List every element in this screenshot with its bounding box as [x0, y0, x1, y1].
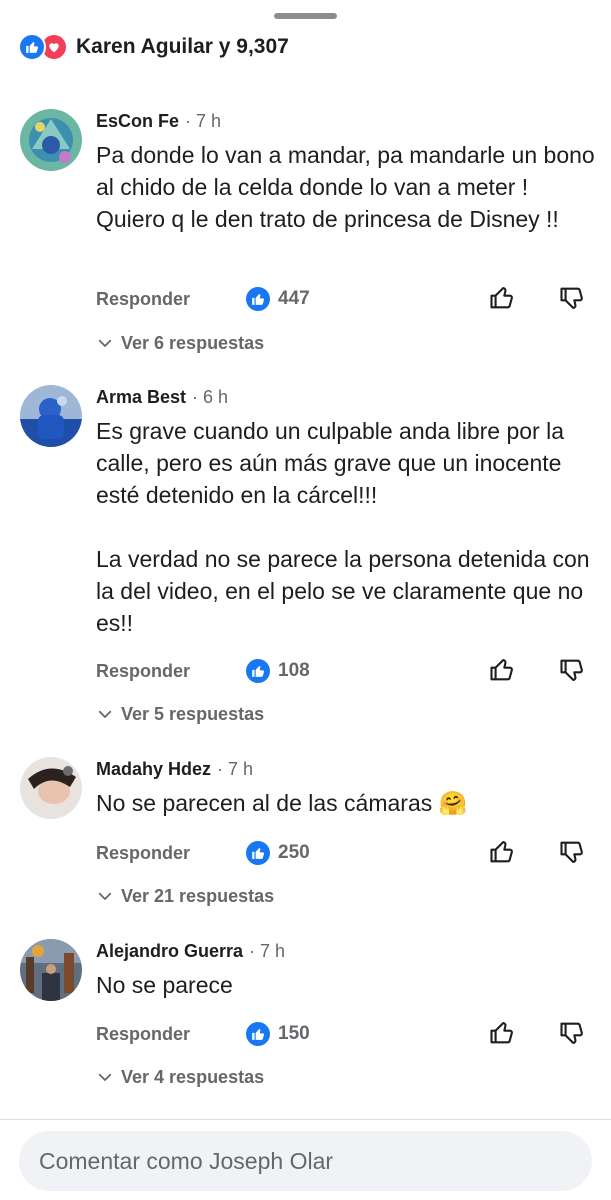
separator-dot: · [217, 758, 224, 779]
comment-text: No se parece [96, 969, 596, 1001]
like-count[interactable]: 108 [246, 656, 310, 686]
like-count[interactable]: 250 [246, 838, 310, 868]
reaction-summary[interactable]: Karen Aguilar y 9,307 [18, 32, 289, 62]
drag-handle[interactable] [274, 13, 337, 19]
avatar[interactable] [20, 939, 82, 1001]
like-icon [246, 1022, 270, 1046]
separator-dot: · [249, 940, 256, 961]
thumbs-down-icon[interactable] [558, 656, 586, 684]
separator-dot: · [185, 110, 192, 131]
like-count-value: 108 [278, 660, 310, 681]
comment-paragraph: Es grave cuando un culpable anda libre p… [96, 418, 564, 508]
like-count-value: 150 [278, 1023, 310, 1044]
view-replies-button[interactable]: Ver 6 respuestas [96, 329, 264, 357]
view-replies-label: Ver 6 respuestas [121, 332, 265, 353]
thumbs-up-icon[interactable] [488, 284, 516, 312]
view-replies-label: Ver 4 respuestas [121, 1066, 265, 1087]
like-count-value: 447 [278, 288, 310, 309]
comment-paragraph: No se parecen al de las cámaras 🤗 [96, 790, 468, 816]
avatar[interactable] [20, 385, 82, 447]
comment-text: No se parecen al de las cámaras 🤗 [96, 787, 596, 819]
like-icon [246, 287, 270, 311]
chevron-down-icon [98, 339, 112, 347]
comment-time: 7 h [228, 758, 254, 779]
comment-time: 7 h [260, 940, 286, 961]
like-count[interactable]: 150 [246, 1019, 310, 1049]
chevron-down-icon [98, 710, 112, 718]
avatar[interactable] [20, 109, 82, 171]
comment-time: 6 h [203, 386, 229, 407]
comment-author[interactable]: EsCon Fe [96, 111, 179, 132]
view-replies-button[interactable]: Ver 4 respuestas [96, 1063, 264, 1091]
thumbs-down-icon[interactable] [558, 838, 586, 866]
comment-paragraph: La verdad no se parece la persona deteni… [96, 546, 590, 636]
comment-author[interactable]: Alejandro Guerra [96, 941, 243, 962]
comment-input[interactable]: Comentar como Joseph Olar [19, 1131, 592, 1191]
view-replies-label: Ver 5 respuestas [121, 703, 265, 724]
thumbs-down-icon[interactable] [558, 1019, 586, 1047]
comment-time: 7 h [196, 110, 222, 131]
like-count[interactable]: 447 [246, 284, 310, 314]
avatar[interactable] [20, 757, 82, 819]
reply-button[interactable]: Responder [96, 284, 190, 314]
chevron-down-icon [98, 892, 112, 900]
thumbs-up-icon[interactable] [488, 838, 516, 866]
view-replies-label: Ver 21 respuestas [121, 885, 275, 906]
chevron-down-icon [98, 1073, 112, 1081]
comment-paragraph: Pa donde lo van a mandar, pa mandarle un… [96, 142, 595, 232]
divider [0, 1119, 611, 1120]
comment-author[interactable]: Madahy Hdez [96, 759, 211, 780]
comment-input-placeholder: Comentar como Joseph Olar [39, 1147, 334, 1174]
view-replies-button[interactable]: Ver 5 respuestas [96, 700, 264, 728]
comment-author[interactable]: Arma Best [96, 387, 186, 408]
view-replies-button[interactable]: Ver 21 respuestas [96, 882, 274, 910]
like-count-value: 250 [278, 842, 310, 863]
reaction-count-label: Karen Aguilar y 9,307 [76, 35, 289, 58]
reply-button[interactable]: Responder [96, 656, 190, 686]
thumbs-up-icon[interactable] [488, 1019, 516, 1047]
like-icon [246, 659, 270, 683]
thumbs-up-icon[interactable] [488, 656, 516, 684]
reply-button[interactable]: Responder [96, 1019, 190, 1049]
like-icon [18, 33, 46, 61]
separator-dot: · [192, 386, 199, 407]
thumbs-down-icon[interactable] [558, 284, 586, 312]
comment-text: Es grave cuando un culpable anda libre p… [96, 415, 596, 639]
like-icon [246, 841, 270, 865]
comment-paragraph: No se parece [96, 972, 233, 998]
comment-text: Pa donde lo van a mandar, pa mandarle un… [96, 139, 596, 235]
reply-button[interactable]: Responder [96, 838, 190, 868]
